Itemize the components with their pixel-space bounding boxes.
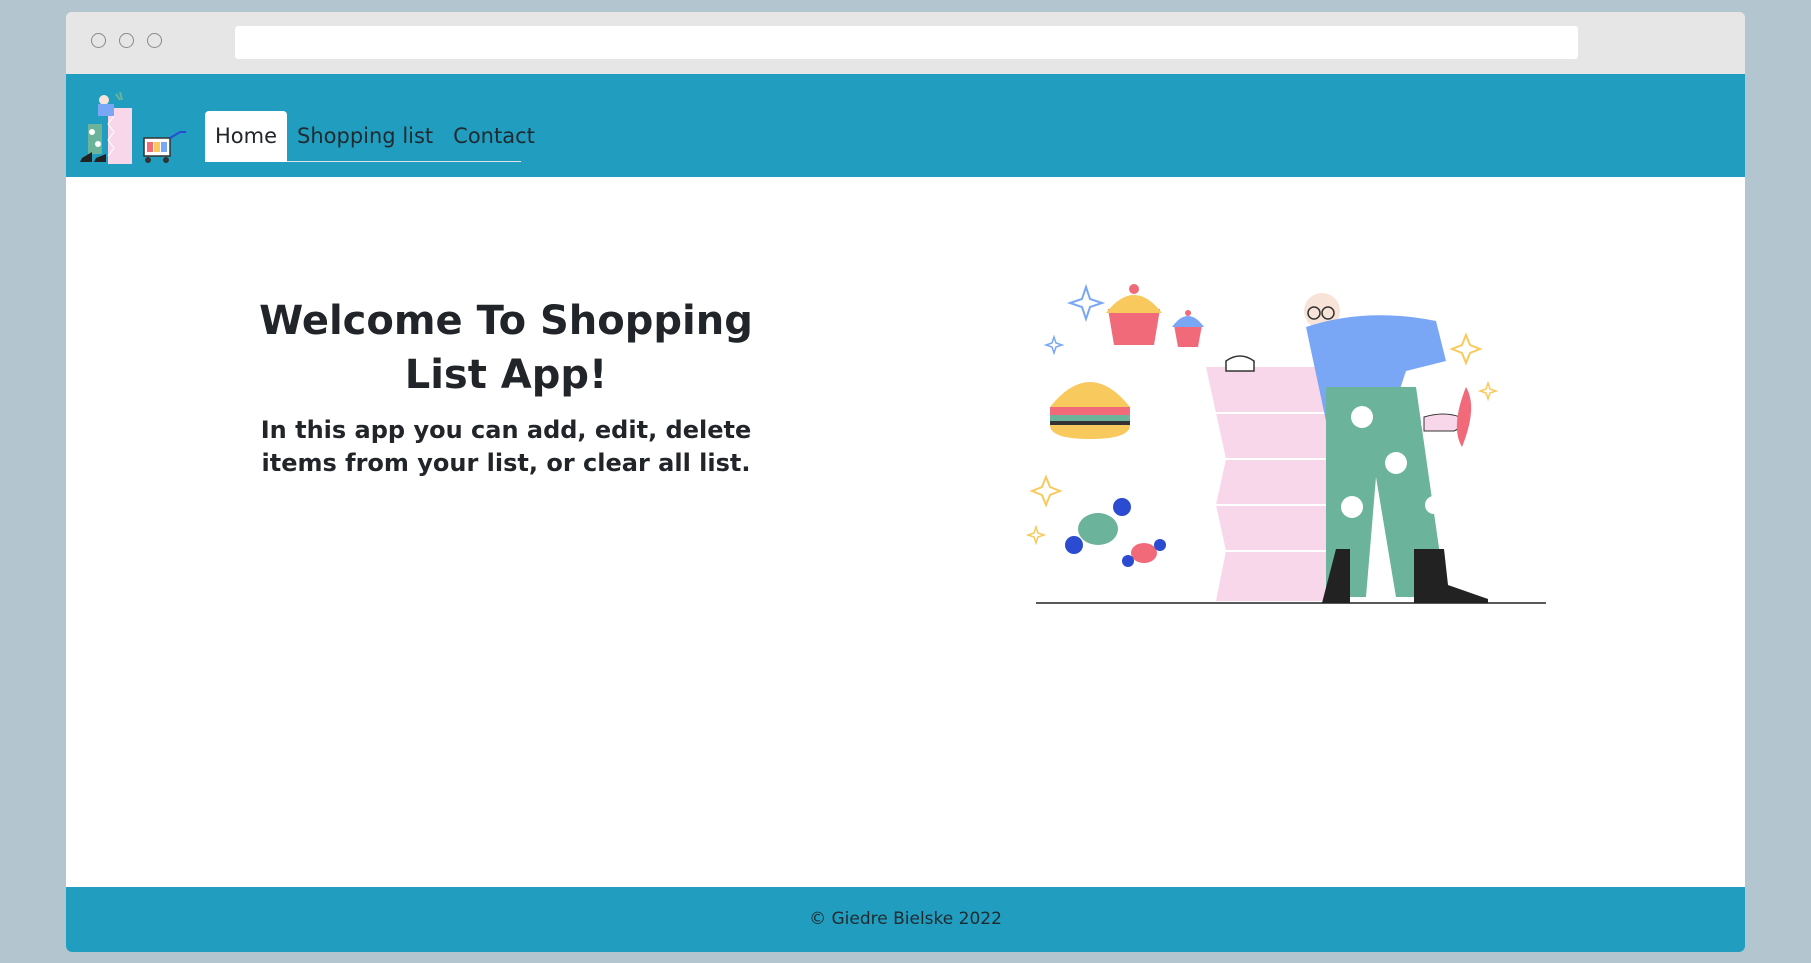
nav-item-contact[interactable]: Contact [443,111,545,161]
nav-item-shopping-list[interactable]: Shopping list [287,111,443,161]
navbar: Home Shopping list Contact [66,74,1745,177]
window-close-button[interactable] [91,33,106,48]
browser-chrome [66,12,1745,74]
shopping-cart-person-icon[interactable] [74,86,186,168]
browser-window: Home Shopping list Contact Welcome To Sh… [66,12,1745,952]
shopping-list-illustration-icon [1026,283,1546,604]
footer: © Giedre Bielske 2022 [66,887,1745,952]
nav-tabs: Home Shopping list Contact [205,111,535,162]
address-bar[interactable] [235,26,1578,59]
nav-item-home[interactable]: Home [205,111,288,162]
page-title: Welcome To Shopping List App! [259,298,753,398]
window-maximize-button[interactable] [147,33,162,48]
hero-section: Welcome To Shopping List App! In this ap… [176,294,836,480]
page-subtitle: In this app you can add, edit, delete it… [260,416,752,477]
window-minimize-button[interactable] [119,33,134,48]
